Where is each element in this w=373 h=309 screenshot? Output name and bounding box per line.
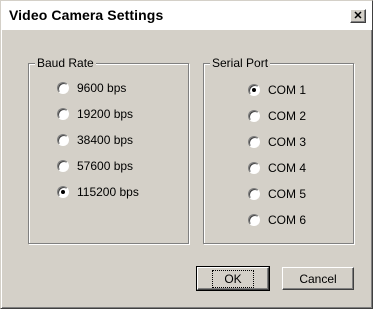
baud-option-19200[interactable]: 19200 bps <box>57 106 133 122</box>
baud-option-9600[interactable]: 9600 bps <box>57 80 126 96</box>
radio-label: 9600 bps <box>77 81 127 95</box>
radio-label: 115200 bps <box>77 185 139 199</box>
radio-label: COM 1 <box>268 83 307 97</box>
port-option-com3[interactable]: COM 3 <box>248 134 306 150</box>
port-option-com5[interactable]: COM 5 <box>248 186 306 202</box>
port-option-com4[interactable]: COM 4 <box>248 160 306 176</box>
ok-button-label: OK <box>212 269 254 288</box>
baud-rate-group-label: Baud Rate <box>35 56 96 70</box>
radio-button[interactable] <box>248 110 260 122</box>
radio-label: COM 4 <box>268 161 307 175</box>
radio-button[interactable] <box>248 188 260 200</box>
window-title: Video Camera Settings <box>9 7 164 23</box>
radio-label: 57600 bps <box>77 159 134 173</box>
radio-button[interactable] <box>248 136 260 148</box>
close-button[interactable]: ✕ <box>350 9 366 23</box>
radio-label: COM 6 <box>268 213 307 227</box>
radio-button[interactable] <box>248 162 260 174</box>
radio-button[interactable] <box>57 108 69 120</box>
radio-button[interactable] <box>57 186 69 198</box>
radio-label: COM 5 <box>268 187 307 201</box>
cancel-button[interactable]: Cancel <box>282 267 354 290</box>
baud-option-115200[interactable]: 115200 bps <box>57 184 139 200</box>
port-option-com1[interactable]: COM 1 <box>248 82 306 98</box>
radio-button[interactable] <box>57 160 69 172</box>
radio-label: 38400 bps <box>77 133 134 147</box>
ok-button[interactable]: OK <box>196 266 270 291</box>
port-option-com6[interactable]: COM 6 <box>248 212 306 228</box>
serial-port-group: Serial Port COM 1 COM 2 COM 3 COM 4 COM … <box>203 56 354 244</box>
title-bar: Video Camera Settings ✕ <box>1 1 372 30</box>
radio-button[interactable] <box>248 214 260 226</box>
radio-label: 19200 bps <box>77 107 134 121</box>
radio-button[interactable] <box>248 84 260 96</box>
serial-port-group-label: Serial Port <box>210 56 271 70</box>
radio-button[interactable] <box>57 82 69 94</box>
radio-label: COM 3 <box>268 135 307 149</box>
baud-option-57600[interactable]: 57600 bps <box>57 158 133 174</box>
cancel-button-label: Cancel <box>299 271 337 286</box>
baud-rate-group: Baud Rate 9600 bps 19200 bps 38400 bps 5… <box>28 56 189 244</box>
radio-button[interactable] <box>57 134 69 146</box>
baud-option-38400[interactable]: 38400 bps <box>57 132 133 148</box>
port-option-com2[interactable]: COM 2 <box>248 108 306 124</box>
settings-dialog: Video Camera Settings ✕ Baud Rate 9600 b… <box>0 0 373 309</box>
close-icon: ✕ <box>353 9 363 22</box>
radio-label: COM 2 <box>268 109 307 123</box>
